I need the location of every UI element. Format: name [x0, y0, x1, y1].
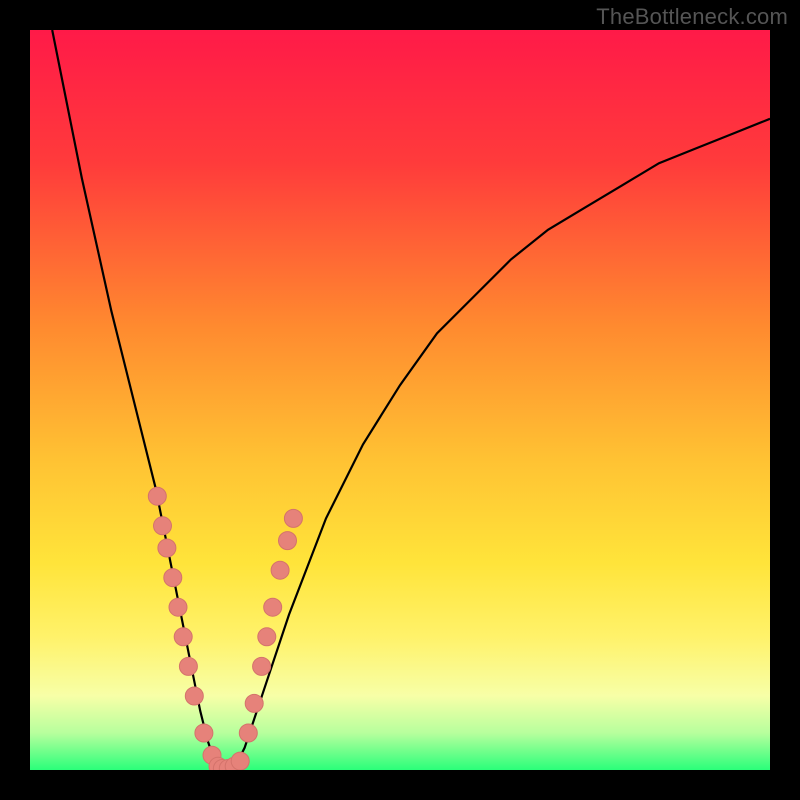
watermark-text: TheBottleneck.com	[596, 4, 788, 30]
data-marker	[231, 752, 249, 770]
data-marker	[245, 694, 263, 712]
data-marker	[258, 628, 276, 646]
outer-frame: TheBottleneck.com	[0, 0, 800, 800]
data-marker	[164, 569, 182, 587]
data-marker	[271, 561, 289, 579]
gradient-background	[30, 30, 770, 770]
data-marker	[195, 724, 213, 742]
data-marker	[154, 517, 172, 535]
data-marker	[179, 657, 197, 675]
chart-svg	[30, 30, 770, 770]
data-marker	[169, 598, 187, 616]
data-marker	[279, 532, 297, 550]
data-marker	[239, 724, 257, 742]
plot-area	[30, 30, 770, 770]
data-marker	[253, 657, 271, 675]
data-marker	[264, 598, 282, 616]
data-marker	[284, 509, 302, 527]
data-marker	[174, 628, 192, 646]
data-marker	[158, 539, 176, 557]
data-marker	[185, 687, 203, 705]
data-marker	[148, 487, 166, 505]
